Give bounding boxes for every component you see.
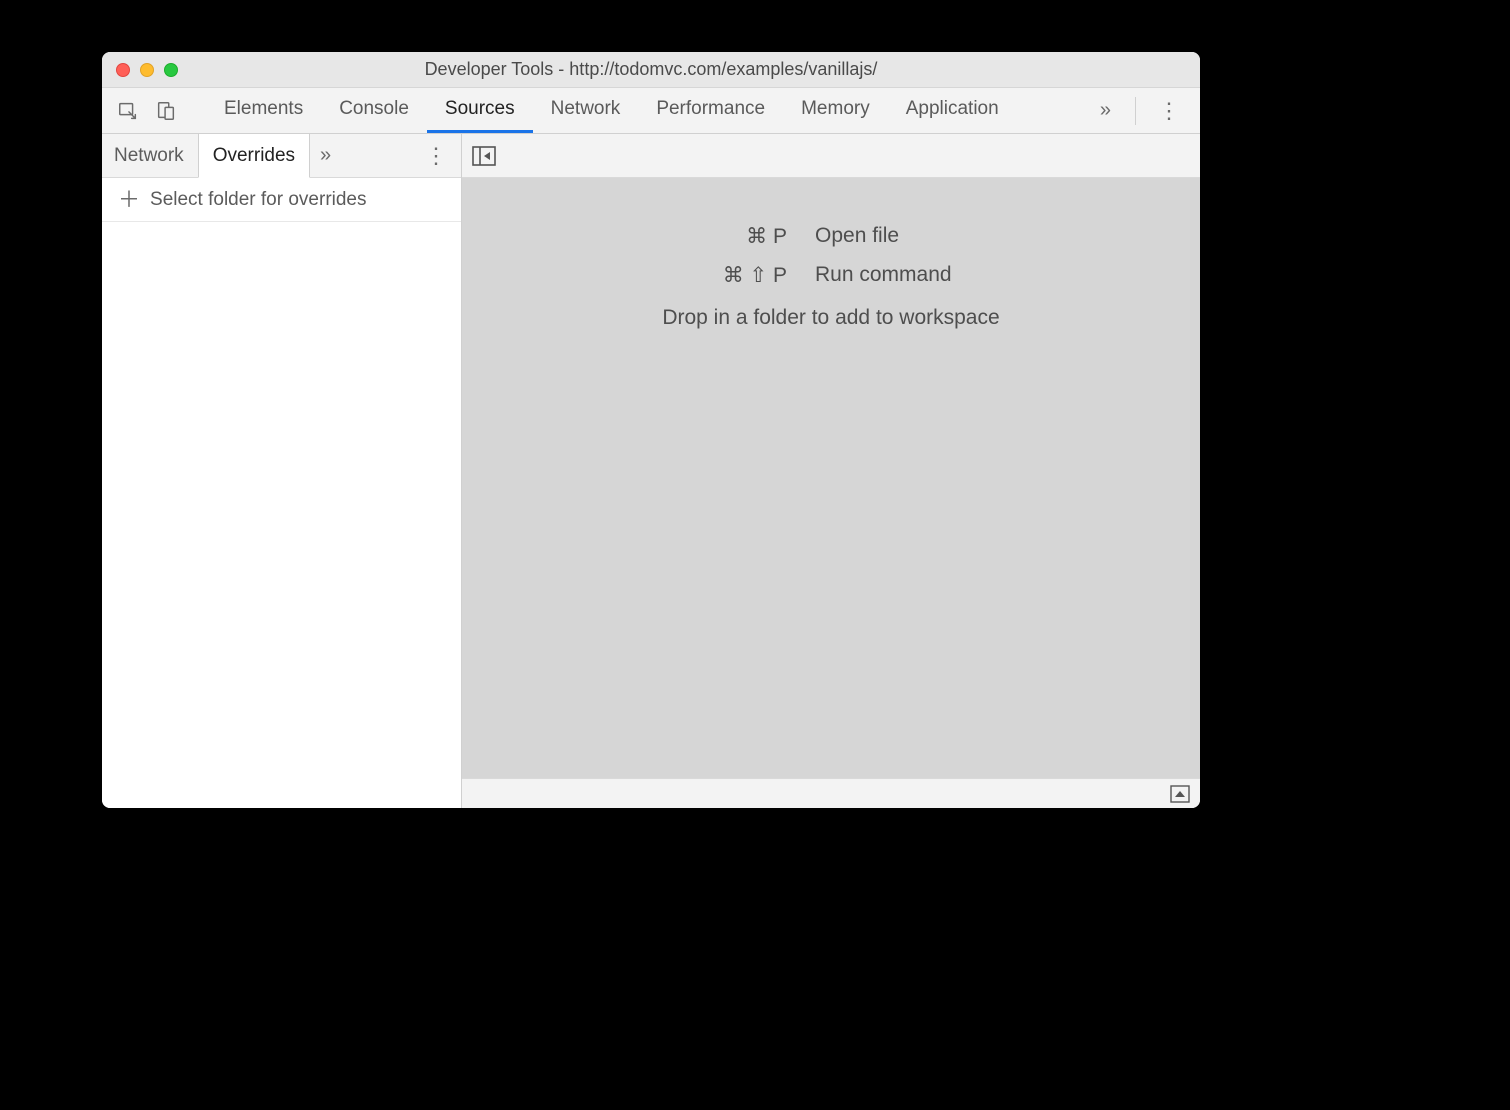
more-tabs-icon[interactable]: » <box>1090 99 1121 122</box>
hint-label-0: Open file <box>815 224 1045 249</box>
tab-sources[interactable]: Sources <box>427 88 533 133</box>
stage-main[interactable]: ⌘ P Open file ⌘ ⇧ P Run command Drop in a f… <box>462 178 1200 778</box>
tab-console[interactable]: Console <box>321 88 427 133</box>
toolbar-separator <box>1135 97 1136 125</box>
window-titlebar: Developer Tools - http://todomvc.com/exa… <box>102 52 1200 88</box>
device-toolbar-icon[interactable] <box>154 99 178 123</box>
show-console-drawer-icon[interactable] <box>1170 785 1190 803</box>
plus-icon: ＋ <box>118 189 140 211</box>
devtools-window: Developer Tools - http://todomvc.com/exa… <box>102 52 1200 808</box>
drop-folder-message: Drop in a folder to add to workspace <box>662 306 999 330</box>
tab-network[interactable]: Network <box>533 88 639 133</box>
stage-bottom-bar <box>462 778 1200 808</box>
hint-label-1: Run command <box>815 263 1045 288</box>
tab-performance[interactable]: Performance <box>638 88 783 133</box>
sidebar-tab-network[interactable]: Network <box>102 134 198 177</box>
minimize-window-button[interactable] <box>140 63 154 77</box>
toolbar-left-icons <box>102 88 192 133</box>
toggle-navigator-icon[interactable] <box>472 146 496 166</box>
inspect-element-icon[interactable] <box>116 99 140 123</box>
stage-toolbar <box>462 134 1200 178</box>
tab-application[interactable]: Application <box>888 88 1017 133</box>
hint-keys-1: ⌘ ⇧ P <box>617 263 787 288</box>
main-toolbar: ElementsConsoleSourcesNetworkPerformance… <box>102 88 1200 134</box>
sidebar-tab-overrides[interactable]: Overrides <box>198 134 310 178</box>
tab-elements[interactable]: Elements <box>206 88 321 133</box>
tab-memory[interactable]: Memory <box>783 88 888 133</box>
toolbar-right: » ⋮ <box>1090 88 1200 133</box>
close-window-button[interactable] <box>116 63 130 77</box>
keyboard-hints: ⌘ P Open file ⌘ ⇧ P Run command <box>617 224 1045 288</box>
body-split: NetworkOverrides » ⋮ ＋ Select folder for… <box>102 134 1200 808</box>
sources-sidebar: NetworkOverrides » ⋮ ＋ Select folder for… <box>102 134 462 808</box>
editor-stage: ⌘ P Open file ⌘ ⇧ P Run command Drop in a f… <box>462 134 1200 808</box>
main-tabs: ElementsConsoleSourcesNetworkPerformance… <box>206 88 1017 133</box>
select-folder-for-overrides-button[interactable]: ＋ Select folder for overrides <box>102 178 461 222</box>
select-folder-label: Select folder for overrides <box>150 189 367 211</box>
settings-menu-icon[interactable]: ⋮ <box>1150 98 1188 124</box>
sidebar-tab-row: NetworkOverrides » ⋮ <box>102 134 461 178</box>
zoom-window-button[interactable] <box>164 63 178 77</box>
window-controls <box>102 63 178 77</box>
window-title: Developer Tools - http://todomvc.com/exa… <box>102 59 1200 80</box>
sidebar-more-tabs-icon[interactable]: » <box>310 134 341 177</box>
hint-keys-0: ⌘ P <box>617 224 787 249</box>
sidebar-menu-icon[interactable]: ⋮ <box>419 143 453 169</box>
